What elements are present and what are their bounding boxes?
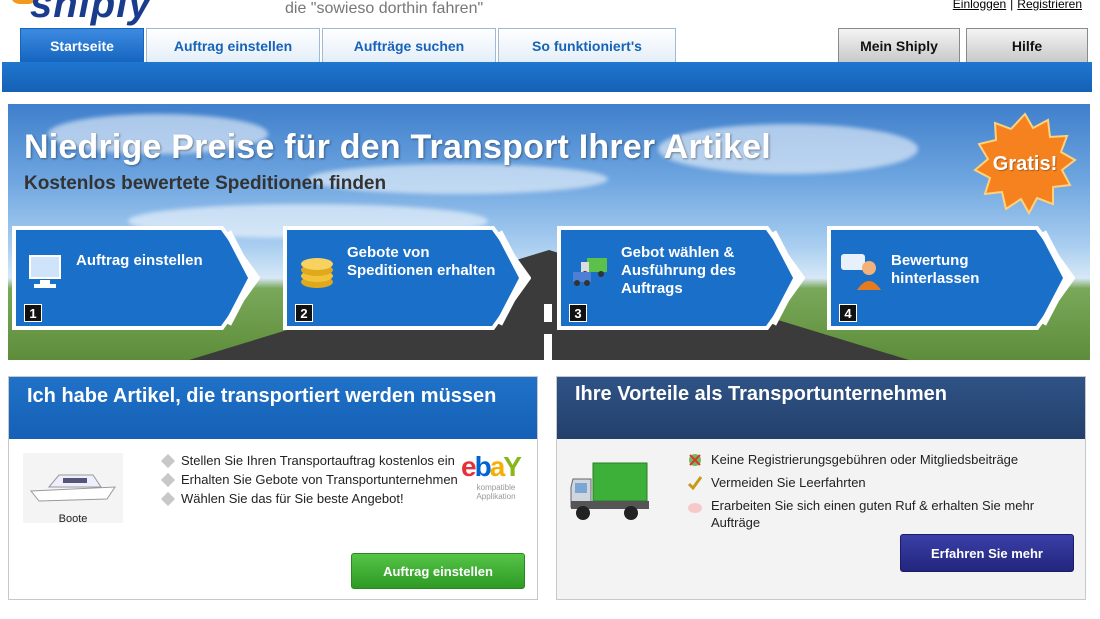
bullet-diamond-icon — [160, 472, 176, 488]
list-item: Erarbeiten Sie sich einen guten Ruf & er… — [685, 497, 1083, 531]
road-line — [544, 334, 552, 360]
no-fee-icon — [687, 452, 703, 468]
page: shiply die "sowieso dorthin fahren" Einl… — [0, 0, 1100, 619]
list-item: Keine Registrierungsgebühren oder Mitgli… — [685, 451, 1083, 468]
login-link[interactable]: Einloggen — [953, 0, 1006, 11]
step-3-gebot-waehlen[interactable]: Gebot wählen & Ausführung des Auftrags 3 — [557, 222, 805, 334]
step-number: 2 — [295, 304, 313, 322]
user-feedback-icon — [839, 252, 883, 292]
subnav-bar — [2, 62, 1092, 92]
tab-startseite[interactable]: Startseite — [20, 28, 144, 62]
tab-auftrag-einstellen[interactable]: Auftrag einstellen — [146, 28, 320, 62]
shipper-panel: Ich habe Artikel, die transportiert werd… — [8, 376, 538, 600]
step-number: 1 — [24, 304, 42, 322]
gratis-badge: Gratis! — [973, 112, 1077, 216]
step-4-bewertung[interactable]: Bewertung hinterlassen 4 — [827, 222, 1075, 334]
tab-hilfe[interactable]: Hilfe — [966, 28, 1088, 62]
trucks-icon — [569, 252, 613, 292]
step-number: 3 — [569, 304, 587, 322]
bullet-diamond-icon — [160, 453, 176, 469]
tagline: die "sowieso dorthin fahren" — [285, 0, 484, 17]
hero-subtitle: Kostenlos bewertete Speditionen finden — [24, 173, 387, 194]
list-item: Vermeiden Sie Leerfahrten — [685, 474, 1083, 491]
bullet-diamond-icon — [160, 491, 176, 507]
carrier-benefits-list: Keine Registrierungsgebühren oder Mitgli… — [685, 451, 1083, 537]
account-tabs: Mein Shiply Hilfe — [832, 28, 1088, 62]
checkmark-icon — [687, 475, 703, 491]
road-line — [544, 304, 552, 322]
tab-mein-shiply[interactable]: Mein Shiply — [838, 28, 960, 62]
hero-banner: Niedrige Preise für den Transport Ihrer … — [8, 104, 1090, 360]
boat-caption: Boote — [58, 513, 88, 525]
truck-image — [569, 457, 651, 527]
coins-icon — [295, 252, 339, 292]
carrier-panel: Ihre Vorteile als Transportunternehmen K… — [556, 376, 1086, 600]
step-1-auftrag-einstellen[interactable]: Auftrag einstellen 1 — [12, 222, 260, 334]
ebay-logo: ebaY kompatible Applikation — [461, 451, 522, 502]
tab-auftraege-suchen[interactable]: Aufträge suchen — [322, 28, 496, 62]
list-item: Wählen Sie das für Sie beste Angebot! — [159, 491, 459, 507]
auftrag-einstellen-button[interactable]: Auftrag einstellen — [351, 553, 525, 589]
computer-icon — [24, 252, 68, 292]
step-number: 4 — [839, 304, 857, 322]
erfahren-sie-mehr-button[interactable]: Erfahren Sie mehr — [900, 534, 1074, 572]
shiply-logo[interactable]: shiply — [0, 0, 270, 26]
step-2-gebote-erhalten[interactable]: Gebote von Speditionen erhalten 2 — [283, 222, 531, 334]
tab-so-funktionierts[interactable]: So funktioniert's — [498, 28, 676, 62]
hero-title: Niedrige Preise für den Transport Ihrer … — [24, 128, 771, 166]
list-item: Stellen Sie Ihren Transportauftrag koste… — [159, 453, 459, 469]
carrier-panel-heading: Ihre Vorteile als Transportunternehmen — [557, 377, 1085, 439]
register-link[interactable]: Registrieren — [1017, 0, 1082, 11]
shipper-benefits-list: Stellen Sie Ihren Transportauftrag koste… — [159, 453, 459, 510]
top-links: Einloggen | Registrieren — [953, 0, 1082, 11]
main-nav-tabs: Startseite Auftrag einstellen Aufträge s… — [20, 28, 678, 62]
list-item: Erhalten Sie Gebote von Transportunterne… — [159, 472, 459, 488]
shipper-panel-heading: Ich habe Artikel, die transportiert werd… — [9, 377, 537, 439]
handshake-icon — [687, 498, 703, 514]
